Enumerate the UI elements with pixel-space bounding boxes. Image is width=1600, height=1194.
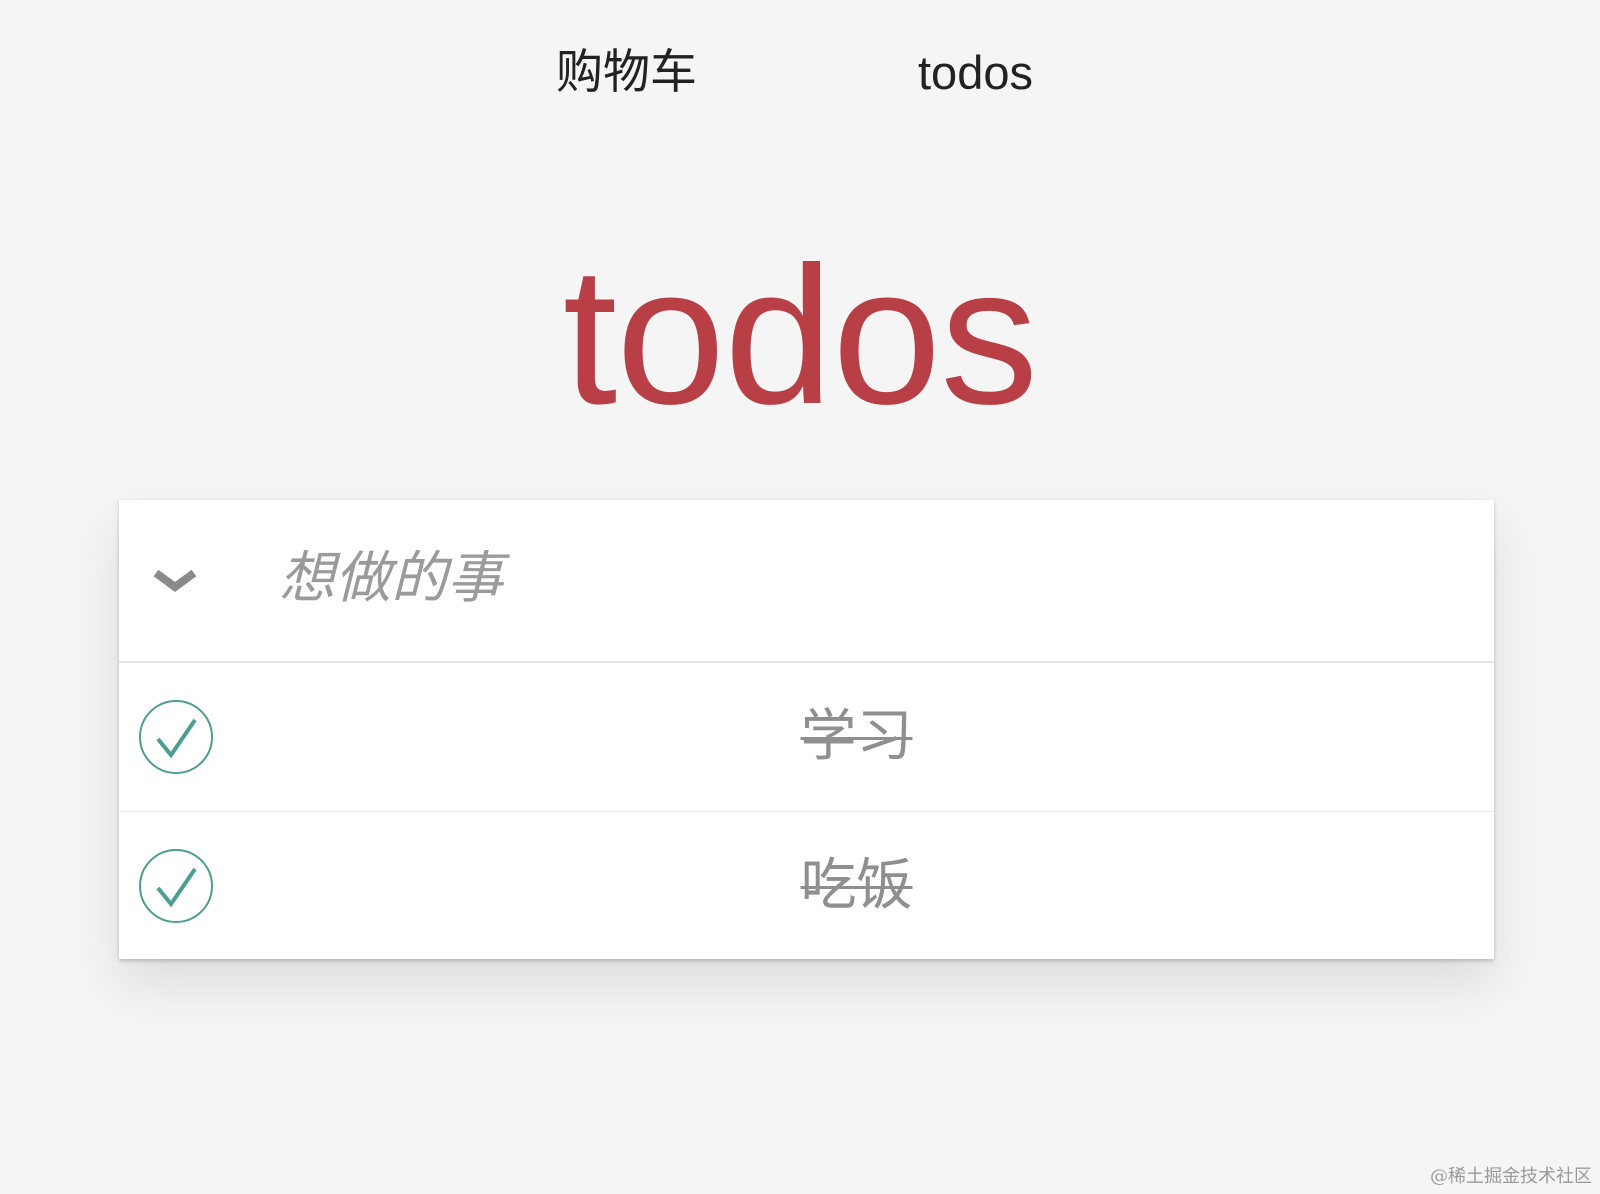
nav-link-todos[interactable]: todos [918, 38, 1058, 108]
new-todo-input[interactable] [269, 528, 1469, 628]
todo-item: 学习 [119, 663, 1494, 812]
top-nav: 购物车 todos [0, 38, 1600, 108]
todo-list: 学习 吃饭 [119, 663, 1494, 960]
nav-link-cart[interactable]: 购物车 [556, 38, 716, 108]
todo-label: 学习 [800, 704, 913, 769]
todo-label: 吃饭 [800, 853, 913, 918]
checkmark-circle-icon[interactable] [138, 699, 214, 775]
todo-header [119, 500, 1494, 663]
todo-item: 吃饭 [119, 812, 1494, 960]
chevron-down-icon[interactable] [149, 555, 201, 607]
app-title: todos [562, 226, 1038, 445]
checkmark-circle-icon[interactable] [138, 848, 214, 924]
watermark: @稀土掘金技术社区 [1430, 1166, 1592, 1187]
todo-app: 学习 吃饭 [119, 500, 1494, 959]
